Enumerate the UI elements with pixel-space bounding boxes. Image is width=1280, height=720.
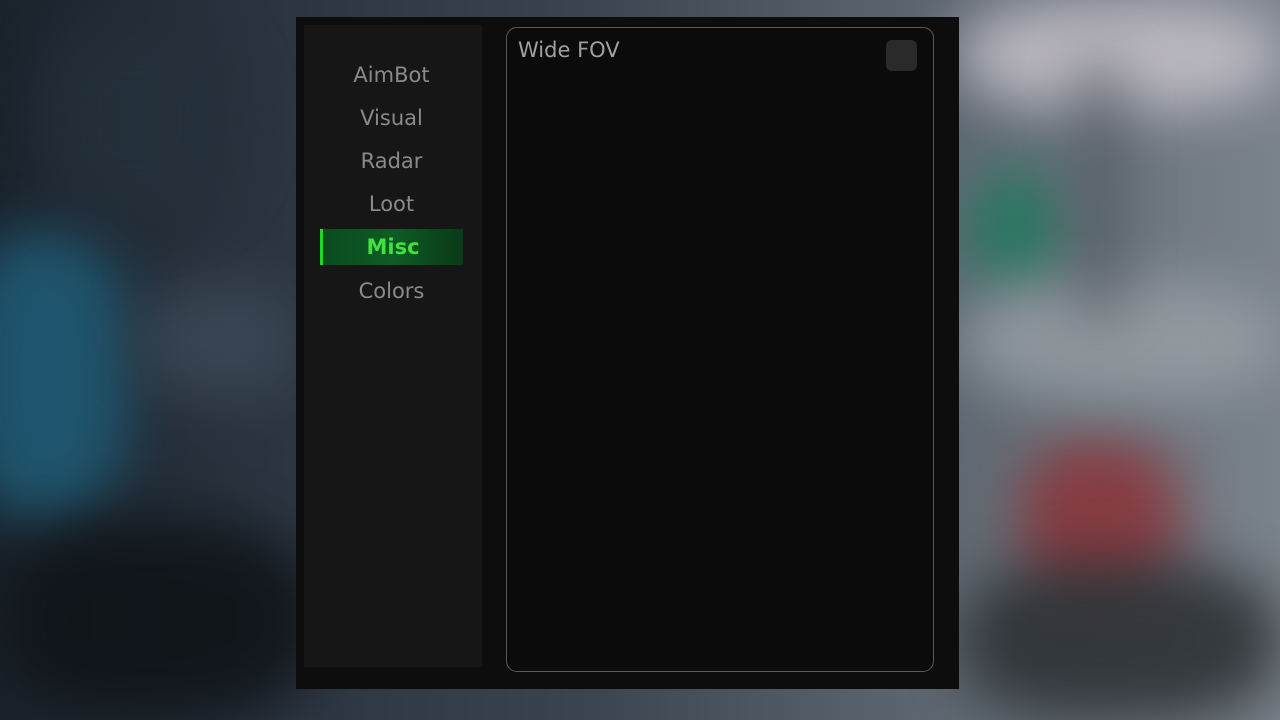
background-blur-shape bbox=[0, 520, 320, 720]
background-blur-shape bbox=[40, 20, 240, 220]
sidebar-item-colors[interactable]: Colors bbox=[320, 273, 463, 309]
sidebar: AimBot Visual Radar Loot Misc Colors bbox=[304, 25, 482, 667]
background-blur-shape bbox=[0, 230, 130, 520]
background-blur-shape bbox=[960, 560, 1280, 720]
sidebar-item-loot[interactable]: Loot bbox=[320, 186, 463, 222]
sidebar-item-aimbot[interactable]: AimBot bbox=[320, 57, 463, 93]
background-blur-shape bbox=[140, 280, 300, 400]
background-blur-shape bbox=[960, 0, 1280, 110]
menu-window: AimBot Visual Radar Loot Misc Colors Wid… bbox=[296, 17, 959, 689]
background-blur-shape bbox=[1080, 60, 1120, 320]
wide-fov-checkbox[interactable] bbox=[886, 40, 917, 71]
sidebar-item-radar[interactable]: Radar bbox=[320, 143, 463, 179]
sidebar-item-visual[interactable]: Visual bbox=[320, 100, 463, 136]
background-blur-shape bbox=[960, 280, 1280, 400]
sidebar-item-misc[interactable]: Misc bbox=[320, 229, 463, 265]
background-blur-shape bbox=[970, 170, 1060, 290]
misc-options-panel: Wide FOV bbox=[506, 27, 934, 672]
wide-fov-label: Wide FOV bbox=[518, 38, 620, 62]
